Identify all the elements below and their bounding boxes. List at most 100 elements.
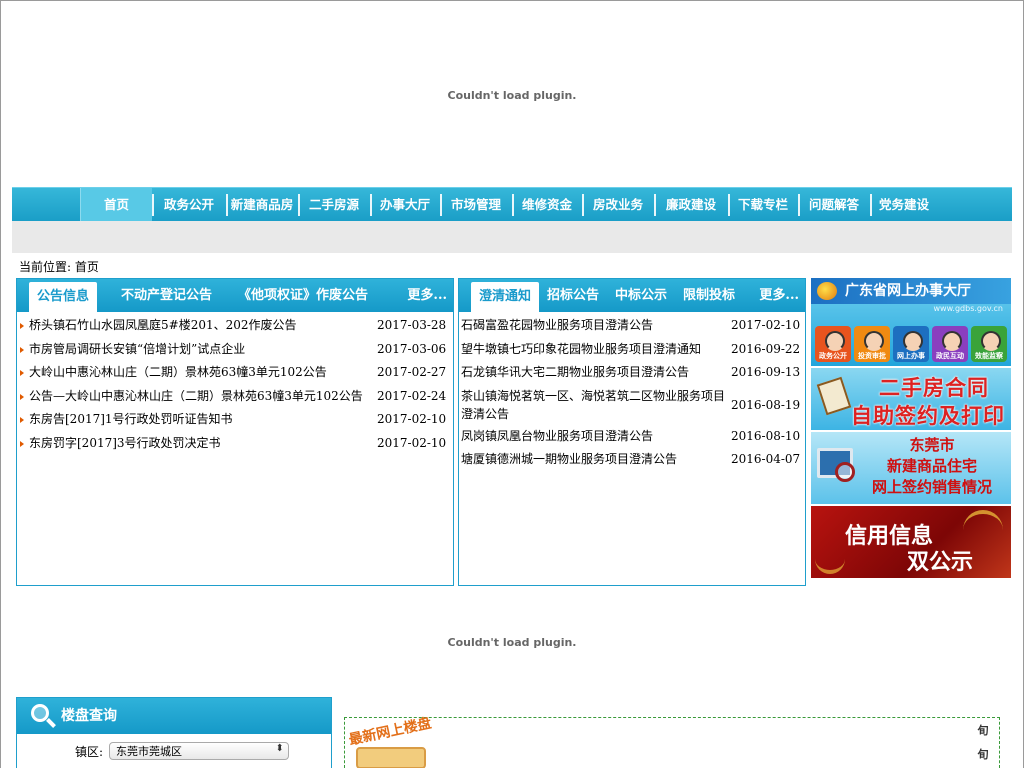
magnifier-icon <box>835 462 855 482</box>
service-person-icon[interactable]: 效能监察 <box>971 326 1007 362</box>
side-char-2: 旬 <box>977 748 989 761</box>
bullet-arrow-icon <box>20 370 24 376</box>
tab-bid-restriction[interactable]: 限制投标 <box>675 279 743 312</box>
plugin-placeholder-top: Couldn't load plugin. <box>447 89 577 102</box>
latest-listings-section: 最新网上楼盘 旬 旬 <box>334 697 1010 768</box>
town-label: 镇区: <box>75 744 104 759</box>
nav-item-home[interactable]: 首页 <box>80 188 152 222</box>
list-item-title[interactable]: 石碣富盈花园物业服务项目澄清公告 <box>461 314 731 338</box>
list-item-date: 2017-03-06 <box>377 341 447 356</box>
online-hall-icons: 政务公开 投资审批 网上办事 政民互动 效能监察 <box>815 326 1007 362</box>
list-item[interactable]: 石龙镇华讯大宅二期物业服务项目澄清公告 2016-09-13 <box>459 361 805 385</box>
list-item-title[interactable]: 市房管局调研长安镇“倍增计划”试点企业 <box>29 338 377 362</box>
list-item-title[interactable]: 塘厦镇德洲城一期物业服务项目澄清公告 <box>461 448 731 472</box>
list-item[interactable]: 市房管局调研长安镇“倍增计划”试点企业 2017-03-06 <box>17 338 453 362</box>
tab-announcements[interactable]: 公告信息 <box>29 282 98 312</box>
tender-list: 石碣富盈花园物业服务项目澄清公告 2017-02-10 望牛墩镇七巧印象花园物业服务… <box>459 312 805 472</box>
service-icon-label: 政务公开 <box>819 351 847 360</box>
list-item[interactable]: 公告—大岭山中惠沁林山庄（二期）景林苑63幢3单元102公告 2017-02-24 <box>17 385 453 409</box>
breadcrumb: 当前位置: 首页 <box>19 258 99 275</box>
list-item[interactable]: 东房罚字[2017]3号行政处罚决定书 2017-02-10 <box>17 432 453 456</box>
list-item-title[interactable]: 石龙镇华讯大宅二期物业服务项目澄清公告 <box>461 361 731 385</box>
nav-item-service-hall[interactable]: 办事大厅 <box>370 188 440 222</box>
bullet-arrow-icon <box>20 417 24 423</box>
list-item-title[interactable]: 桥头镇石竹山水园凤凰庭5#楼201、202作废公告 <box>29 314 377 338</box>
list-item-title[interactable]: 大岭山中惠沁林山庄（二期）景林苑63幢3单元102公告 <box>29 361 377 385</box>
nav-item-new-housing[interactable]: 新建商品房 <box>226 188 298 222</box>
online-hall-title: 广东省网上办事大厅 <box>845 283 971 299</box>
tab-certificate-void[interactable]: 《他项权证》作废公告 <box>230 279 376 312</box>
service-person-icon[interactable]: 政民互动 <box>932 326 968 362</box>
announcement-list: 桥头镇石竹山水园凤凰庭5#楼201、202作废公告 2017-03-28 市房管局调… <box>17 312 453 455</box>
service-person-icon[interactable]: 投资审批 <box>854 326 890 362</box>
list-item-date: 2016-08-19 <box>731 397 801 412</box>
list-item-title[interactable]: 公告—大岭山中惠沁林山庄（二期）景林苑63幢3单元102公告 <box>29 385 377 409</box>
bullet-arrow-icon <box>20 440 24 447</box>
tender-panel: 澄清通知 招标公告 中标公示 限制投标 更多... 石碣富盈花园物业服务项目澄清… <box>458 278 806 586</box>
nav-item-downloads[interactable]: 下载专栏 <box>728 188 798 222</box>
search-icon <box>31 704 49 722</box>
list-item[interactable]: 石碣富盈花园物业服务项目澄清公告 2017-02-10 <box>459 314 805 338</box>
service-icon-label: 效能监察 <box>975 351 1003 360</box>
service-person-icon[interactable]: 网上办事 <box>893 326 929 362</box>
list-item[interactable]: 东房告[2017]1号行政处罚听证告知书 2017-02-10 <box>17 408 453 432</box>
listing-sign-icon <box>356 747 426 768</box>
property-query-panel: 楼盘查询 镇区: 东莞市莞城区 <box>16 697 332 768</box>
nav-item-integrity[interactable]: 廉政建设 <box>654 188 728 222</box>
list-item-title[interactable]: 茶山镇海悦茗筑一区、海悦茗筑二区物业服务项目澄清公告 <box>461 385 731 425</box>
credit-line2: 双公示 <box>907 550 974 575</box>
nav-item-faq[interactable]: 问题解答 <box>798 188 870 222</box>
list-item-date: 2016-09-13 <box>731 365 801 379</box>
tab-award-notice[interactable]: 中标公示 <box>607 279 675 312</box>
tab-tender-notice[interactable]: 招标公告 <box>539 279 607 312</box>
list-item-date: 2017-02-10 <box>731 318 801 332</box>
bullet-arrow-icon <box>20 346 24 353</box>
list-item[interactable]: 凤岗镇凤凰台物业服务项目澄清公告 2016-08-10 <box>459 425 805 449</box>
wall-decoration-icon <box>815 554 845 574</box>
sales-line3: 网上签约销售情况 <box>871 478 992 496</box>
town-select[interactable]: 东莞市莞城区 <box>109 742 290 760</box>
list-item-date: 2017-02-10 <box>377 412 447 426</box>
tab-clarification[interactable]: 澄清通知 <box>471 282 540 312</box>
tender-more-link[interactable]: 更多... <box>759 279 799 312</box>
bullet-arrow-icon <box>20 393 24 400</box>
tab-property-registration[interactable]: 不动产登记公告 <box>113 279 220 312</box>
online-hall-url: www.gdbs.gov.cn <box>933 304 1003 313</box>
nav-item-resale-housing[interactable]: 二手房源 <box>298 188 370 222</box>
list-item-date: 2017-03-28 <box>377 318 447 332</box>
nav-item-party-affairs[interactable]: 党务建设 <box>870 188 938 222</box>
list-item-title[interactable]: 东房告[2017]1号行政处罚听证告知书 <box>29 408 377 432</box>
sales-line1: 东莞市 <box>909 436 955 454</box>
list-item[interactable]: 桥头镇石竹山水园凤凰庭5#楼201、202作废公告 2017-03-28 <box>17 314 453 338</box>
list-item-title[interactable]: 望牛墩镇七巧印象花园物业服务项目澄清通知 <box>461 338 731 362</box>
list-item[interactable]: 大岭山中惠沁林山庄（二期）景林苑63幢3单元102公告 2017-02-27 <box>17 361 453 385</box>
service-person-icon[interactable]: 政务公开 <box>815 326 851 362</box>
resale-contract-banner[interactable]: 二手房合同 自助签约及打印 <box>811 368 1011 430</box>
guangdong-logo-icon <box>817 282 837 300</box>
side-char-1: 旬 <box>977 724 989 737</box>
property-query-header: 楼盘查询 <box>17 698 331 734</box>
announcement-panel: 公告信息 不动产登记公告 《他项权证》作废公告 更多... 桥头镇石竹山水园凤凰… <box>16 278 454 586</box>
list-item-title[interactable]: 凤岗镇凤凰台物业服务项目澄清公告 <box>461 425 731 449</box>
credit-info-banner[interactable]: 信用信息 双公示 <box>811 506 1011 578</box>
nav-item-maintenance-fund[interactable]: 维修资金 <box>512 188 582 222</box>
property-query-title: 楼盘查询 <box>61 708 117 724</box>
announcement-tabs: 公告信息 不动产登记公告 《他项权证》作废公告 更多... <box>17 279 453 312</box>
list-item[interactable]: 望牛墩镇七巧印象花园物业服务项目澄清通知 2016-09-22 <box>459 338 805 362</box>
online-hall-banner[interactable]: 广东省网上办事大厅 www.gdbs.gov.cn 政务公开 投资审批 网上办事 政民… <box>811 278 1011 366</box>
main-nav: 首页 政务公开 新建商品房 二手房源 办事大厅 市场管理 维修资金 房改业务 廉政建设 下载专栏问… <box>12 187 1012 222</box>
list-item[interactable]: 茶山镇海悦茗筑一区、海悦茗筑二区物业服务项目澄清公告 2016-08-19 <box>459 385 805 425</box>
announcement-more-link[interactable]: 更多... <box>407 279 447 312</box>
list-item[interactable]: 塘厦镇德洲城一期物业服务项目澄清公告 2016-04-07 <box>459 448 805 472</box>
service-icon-label: 政民互动 <box>936 351 964 360</box>
tender-tabs: 澄清通知 招标公告 中标公示 限制投标 更多... <box>459 279 805 312</box>
nav-item-housing-reform[interactable]: 房改业务 <box>582 188 654 222</box>
breadcrumb-current[interactable]: 首页 <box>75 260 99 274</box>
nav-item-government-affairs[interactable]: 政务公开 <box>152 188 226 222</box>
new-housing-sales-banner[interactable]: 东莞市 新建商品住宅 网上签约销售情况 <box>811 432 1011 504</box>
nav-item-market-management[interactable]: 市场管理 <box>440 188 512 222</box>
list-item-date: 2016-08-10 <box>731 428 801 443</box>
plugin-placeholder-middle: Couldn't load plugin. <box>447 636 577 649</box>
resale-contract-line1: 二手房合同 <box>879 375 989 400</box>
list-item-title[interactable]: 东房罚字[2017]3号行政处罚决定书 <box>29 432 377 456</box>
